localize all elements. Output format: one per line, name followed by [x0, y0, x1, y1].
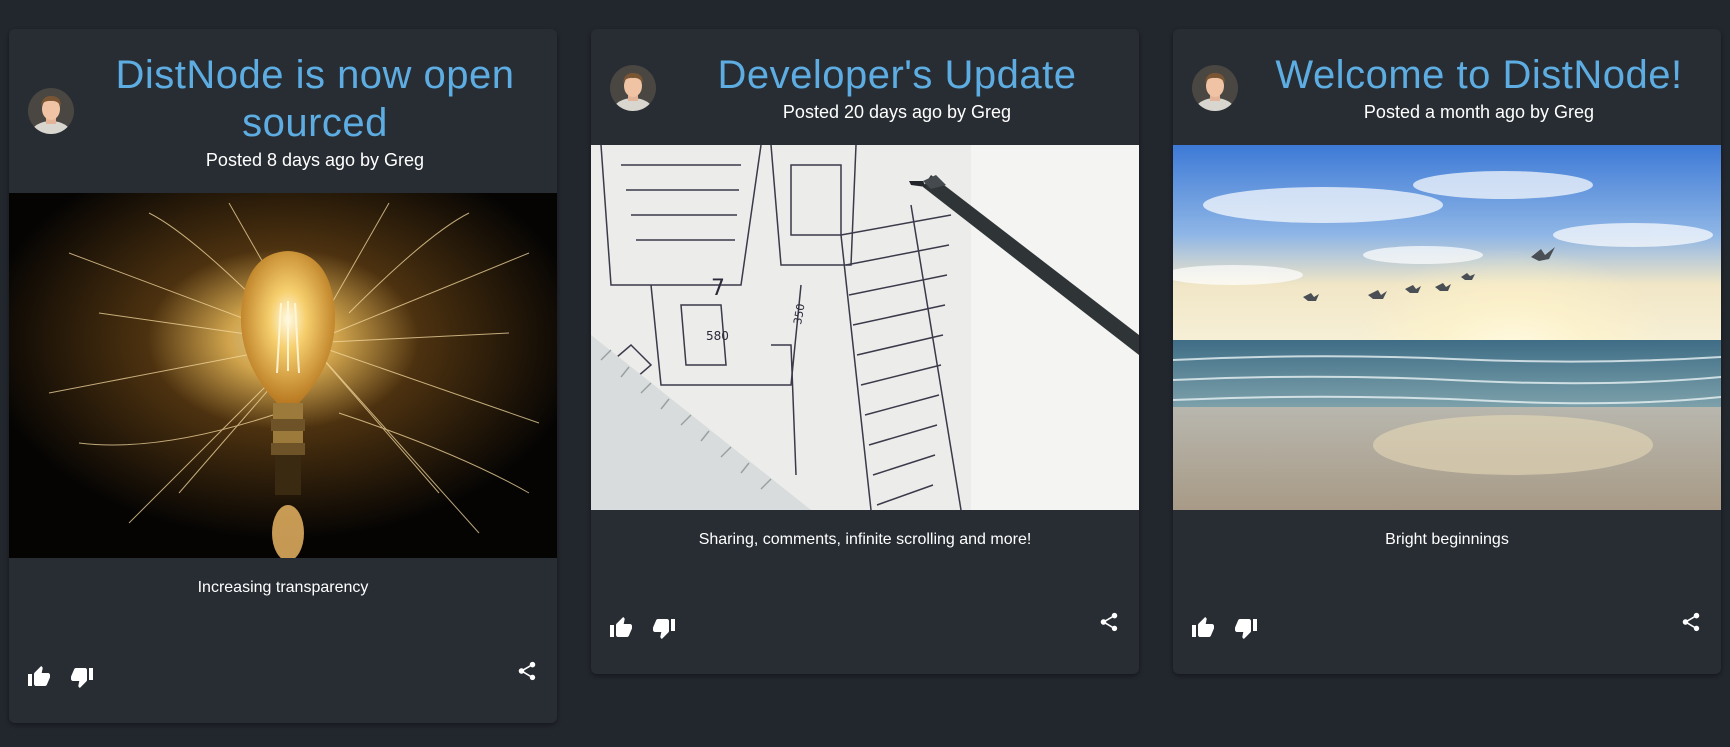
thumbs-up-icon[interactable]: [25, 663, 53, 691]
share-icon[interactable]: [513, 657, 541, 685]
post-header: Developer's Update Posted 20 days ago by…: [591, 29, 1139, 145]
post-caption: Bright beginnings: [1385, 531, 1509, 548]
post-meta: Posted 20 days ago by Greg: [782, 101, 1012, 122]
thumbs-up-icon[interactable]: [1189, 614, 1217, 642]
thumbs-down-icon[interactable]: [1232, 614, 1260, 642]
post-caption: Increasing transparency: [197, 579, 369, 596]
author-avatar[interactable]: [1192, 65, 1238, 111]
author-avatar[interactable]: [28, 88, 74, 134]
svg-text:7: 7: [711, 276, 725, 301]
thumbs-down-icon[interactable]: [68, 663, 96, 691]
post-actions: [1173, 608, 1721, 648]
post-card: DistNode is now open sourced Posted 8 da…: [9, 29, 557, 723]
post-title[interactable]: Welcome to DistNode!: [1253, 51, 1705, 99]
post-image[interactable]: [9, 193, 557, 558]
post-title[interactable]: DistNode is now open sourced: [89, 51, 541, 147]
post-header: Welcome to DistNode! Posted a month ago …: [1173, 29, 1721, 145]
author-avatar[interactable]: [610, 65, 656, 111]
post-actions: [9, 657, 557, 697]
post-header-text: Welcome to DistNode! Posted a month ago …: [1253, 51, 1705, 124]
post-card: Welcome to DistNode! Posted a month ago …: [1173, 29, 1721, 674]
post-image[interactable]: 7 580 350 5: [591, 145, 1139, 510]
post-header: DistNode is now open sourced Posted 8 da…: [9, 29, 557, 193]
post-image[interactable]: [1173, 145, 1721, 510]
post-header-text: DistNode is now open sourced Posted 8 da…: [89, 51, 541, 172]
post-header-text: Developer's Update Posted 20 days ago by…: [671, 51, 1123, 124]
post-meta: Posted 8 days ago by Greg: [205, 149, 425, 170]
svg-text:580: 580: [706, 329, 729, 343]
post-title[interactable]: Developer's Update: [671, 51, 1123, 99]
thumbs-down-icon[interactable]: [650, 614, 678, 642]
post-meta: Posted a month ago by Greg: [1363, 101, 1595, 122]
post-card: Developer's Update Posted 20 days ago by…: [591, 29, 1139, 674]
share-icon[interactable]: [1677, 608, 1705, 636]
thumbs-up-icon[interactable]: [607, 614, 635, 642]
post-caption: Sharing, comments, infinite scrolling an…: [698, 531, 1032, 548]
post-actions: [591, 608, 1139, 648]
share-icon[interactable]: [1095, 608, 1123, 636]
